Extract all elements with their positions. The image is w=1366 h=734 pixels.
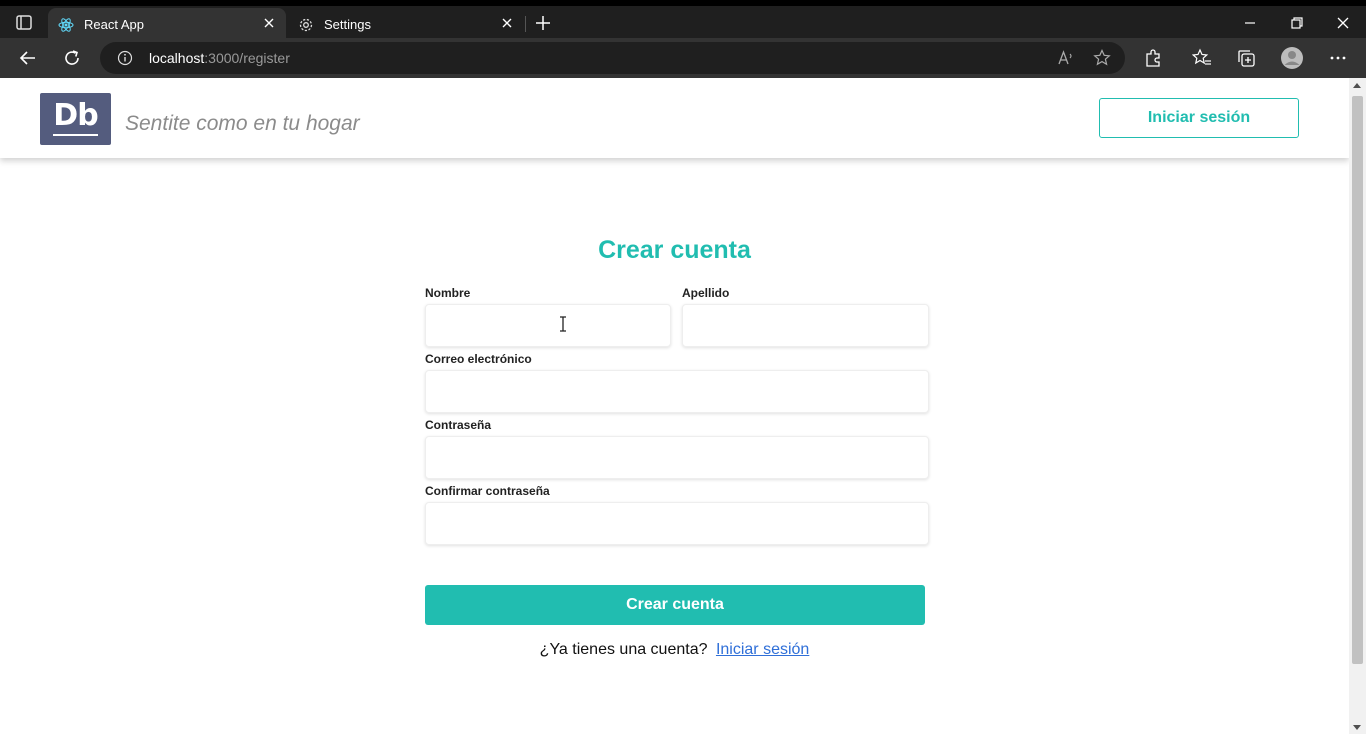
new-tab-icon[interactable]	[534, 14, 552, 32]
email-input[interactable]	[425, 370, 929, 413]
more-options-icon[interactable]	[1328, 48, 1348, 68]
password-label: Contraseña	[425, 418, 492, 432]
tab-title: React App	[84, 17, 144, 32]
minimize-icon[interactable]	[1243, 16, 1257, 30]
gear-icon	[298, 17, 314, 33]
tab-react-app[interactable]: React App	[48, 8, 286, 42]
page-content: Db Sentite como en tu hogar Iniciar sesi…	[0, 78, 1349, 734]
text-cursor-icon	[558, 316, 568, 332]
login-prompt-text: ¿Ya tienes una cuenta?	[539, 641, 708, 658]
tab-divider	[525, 16, 526, 32]
logo-text: Db	[53, 98, 98, 133]
extensions-icon[interactable]	[1143, 48, 1163, 68]
tab-title: Settings	[324, 17, 371, 32]
scrollbar-thumb[interactable]	[1352, 96, 1363, 664]
site-tagline: Sentite como en tu hogar	[125, 112, 360, 135]
collections-icon[interactable]	[1236, 48, 1256, 68]
refresh-icon[interactable]	[62, 48, 82, 68]
site-logo[interactable]: Db	[40, 93, 111, 145]
back-arrow-icon[interactable]	[18, 48, 38, 68]
close-window-icon[interactable]	[1336, 16, 1350, 30]
last-name-label: Apellido	[682, 286, 730, 300]
react-icon	[58, 17, 74, 33]
read-aloud-icon[interactable]	[1057, 49, 1075, 67]
form-title: Crear cuenta	[598, 236, 751, 264]
url-path: :3000/register	[204, 50, 290, 66]
last-name-input[interactable]	[682, 304, 929, 347]
logo-underline	[53, 134, 98, 136]
password-input[interactable]	[425, 436, 929, 479]
email-label: Correo electrónico	[425, 352, 532, 366]
address-url: localhost:3000/register	[149, 50, 290, 66]
login-prompt: ¿Ya tienes una cuenta? Iniciar sesión	[0, 641, 1349, 659]
close-tab-icon[interactable]	[500, 16, 514, 30]
tab-settings[interactable]: Settings	[288, 8, 524, 42]
profile-avatar-icon[interactable]	[1280, 46, 1304, 70]
add-favorite-icon[interactable]	[1093, 49, 1111, 67]
header-login-button[interactable]: Iniciar sesión	[1099, 98, 1299, 138]
browser-tab-bar: React App Settings	[0, 0, 1366, 42]
url-host: localhost	[149, 50, 205, 66]
first-name-label: Nombre	[425, 286, 471, 300]
scroll-up-icon[interactable]	[1353, 83, 1361, 88]
favorites-icon[interactable]	[1191, 48, 1212, 68]
restore-icon[interactable]	[1290, 16, 1304, 30]
site-header: Db Sentite como en tu hogar Iniciar sesi…	[0, 78, 1349, 158]
scroll-down-icon[interactable]	[1353, 725, 1361, 730]
address-bar[interactable]: localhost:3000/register	[100, 42, 1125, 74]
close-tab-icon[interactable]	[262, 16, 276, 30]
tab-actions-icon[interactable]	[10, 12, 38, 34]
page-scrollbar[interactable]	[1349, 78, 1366, 734]
info-icon[interactable]	[117, 50, 133, 66]
first-name-input[interactable]	[425, 304, 671, 347]
confirm-password-input[interactable]	[425, 502, 929, 545]
confirm-password-label: Confirmar contraseña	[425, 484, 550, 498]
browser-toolbar: localhost:3000/register	[0, 38, 1366, 78]
create-account-button[interactable]: Crear cuenta	[425, 585, 925, 625]
login-link[interactable]: Iniciar sesión	[716, 641, 809, 658]
